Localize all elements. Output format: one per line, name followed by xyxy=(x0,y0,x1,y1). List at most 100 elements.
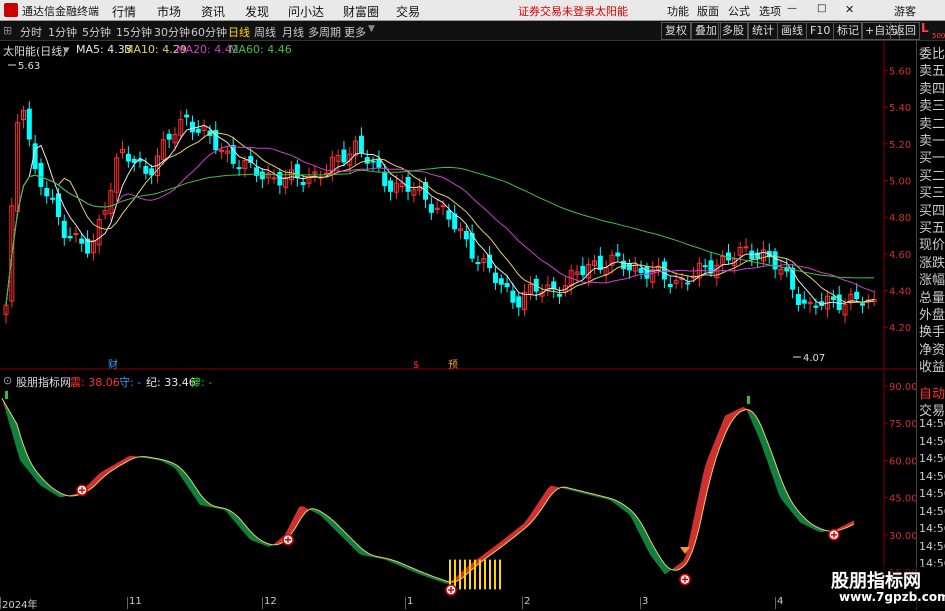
candle-body xyxy=(359,136,363,152)
candle-body xyxy=(196,129,200,132)
date-label: 12 xyxy=(264,596,277,607)
panel-item: 现价 xyxy=(919,234,945,253)
draw-line-button[interactable]: 画线 xyxy=(777,22,807,40)
panel-item: 卖四 xyxy=(919,78,945,97)
period-daily[interactable]: 日线 xyxy=(228,24,250,40)
menu-item-news[interactable]: 资讯 xyxy=(201,3,225,20)
panel-item: 买二 xyxy=(919,165,945,184)
adjust-button[interactable]: 复权 xyxy=(661,22,691,40)
candle-body xyxy=(51,198,55,199)
menu-bar: 通达信金融终端 行情 市场 资讯 发现 问小达 财富圈 交易 证券交易未登录 太… xyxy=(0,0,945,21)
date-tick xyxy=(640,597,641,609)
candle-body xyxy=(39,163,43,186)
back-button[interactable]: 返回 xyxy=(890,22,920,40)
guest-button[interactable]: 游客 xyxy=(894,3,916,19)
candle-body xyxy=(62,221,66,237)
indicator-band xyxy=(674,566,677,571)
candle-body xyxy=(861,304,865,305)
candle-body xyxy=(581,266,585,274)
ma-line xyxy=(6,125,874,305)
candle-body xyxy=(464,231,468,238)
candle-body xyxy=(167,134,171,139)
candle-body xyxy=(493,273,497,282)
indicator-settings-icon[interactable]: ⊙ xyxy=(3,374,12,387)
period-weekly[interactable]: 周线 xyxy=(254,24,276,40)
candle-body xyxy=(616,253,620,256)
menu-item-wealth[interactable]: 财富圈 xyxy=(343,3,379,20)
stats-button[interactable]: 统计 xyxy=(748,22,778,40)
menu-item-discover[interactable]: 发现 xyxy=(245,3,269,20)
date-label: 2 xyxy=(524,596,530,607)
indicator-title: 股朋指标网 xyxy=(16,374,71,390)
restore-icon[interactable]: □ xyxy=(817,3,826,14)
mark-button[interactable]: 标记 xyxy=(833,22,863,40)
menu-item-trade[interactable]: 交易 xyxy=(396,3,420,20)
kline-svg[interactable]: 5.605.405.205.004.804.604.404.205.634.07… xyxy=(0,41,916,370)
menu-item-function[interactable]: 功能 xyxy=(667,3,689,19)
period-15min[interactable]: 15分钟 xyxy=(116,24,152,40)
period-more[interactable]: 更多 xyxy=(344,24,366,40)
candle-body xyxy=(831,297,835,300)
panel-item: 买四 xyxy=(919,200,945,219)
kline-chart[interactable]: 5.605.405.205.004.804.604.404.205.634.07… xyxy=(0,41,916,370)
menu-item-ask[interactable]: 问小达 xyxy=(288,3,324,20)
indicator-legend-shou: 守: - xyxy=(119,374,141,390)
date-label: 1 xyxy=(407,596,413,607)
candle-body xyxy=(447,211,451,219)
candle-body xyxy=(703,266,707,267)
candle-body xyxy=(517,297,521,307)
candle-body xyxy=(668,284,672,286)
candle-body xyxy=(627,264,631,270)
indicator-tick-label: 75.00 xyxy=(889,419,916,430)
candle-body xyxy=(855,292,859,298)
panel-item: 卖一 xyxy=(919,130,945,149)
period-5min[interactable]: 5分钟 xyxy=(82,24,111,40)
quote-side-panel: L 500 委比卖五卖四卖三卖二卖一买一买二买三买四买五现价涨跌涨幅总量外盘换手… xyxy=(916,41,945,609)
indicator-chart[interactable]: 90.0075.0060.0045.0030.0015.00 ⊙ 股朋指标网 震… xyxy=(0,371,916,597)
panel-time: 14:56 xyxy=(919,505,945,518)
period-tick[interactable]: 分时 xyxy=(20,24,42,40)
panel-item: 委比 xyxy=(919,43,945,62)
candle-body xyxy=(476,263,480,264)
high-price-label: 5.63 xyxy=(18,61,40,72)
candle-body xyxy=(453,214,457,229)
login-notice[interactable]: 证券交易未登录 xyxy=(518,3,595,19)
menu-item-options[interactable]: 选项 xyxy=(759,3,781,19)
multi-stock-button[interactable]: 多股 xyxy=(718,22,748,40)
period-multi[interactable]: 多周期 xyxy=(308,24,341,40)
menu-item-layout[interactable]: 版面 xyxy=(697,3,719,19)
menu-item-market[interactable]: 市场 xyxy=(157,3,181,20)
candle-body xyxy=(272,178,276,179)
candle-body xyxy=(68,237,72,238)
date-tick xyxy=(405,597,406,609)
menu-item-formula[interactable]: 公式 xyxy=(728,3,750,19)
indicator-tick-label: 60.00 xyxy=(889,456,916,467)
date-tick xyxy=(127,597,128,609)
menu-item-quotes[interactable]: 行情 xyxy=(112,3,136,20)
candle-body xyxy=(802,300,806,303)
candle-body xyxy=(220,150,224,151)
panel-corner-sub: 500 xyxy=(932,32,945,40)
candle-body xyxy=(80,239,84,243)
toolbar-grid-icon[interactable]: ⊞ xyxy=(3,24,12,37)
panel-item: 涨幅 xyxy=(919,269,945,288)
minimize-icon[interactable]: — xyxy=(787,3,797,14)
period-30min[interactable]: 30分钟 xyxy=(154,24,190,40)
panel-corner-label[interactable]: L xyxy=(921,21,929,35)
candle-body xyxy=(301,183,305,185)
ma-line xyxy=(6,146,874,305)
panel-item: 总量 xyxy=(919,287,945,306)
chart-settings-icon[interactable]: ▾ xyxy=(64,43,70,56)
period-60min[interactable]: 60分钟 xyxy=(191,24,227,40)
indicator-legend-lv: 律: - xyxy=(190,374,212,390)
period-1min[interactable]: 1分钟 xyxy=(48,24,77,40)
event-marker: 财 xyxy=(108,358,118,370)
overlay-button[interactable]: 叠加 xyxy=(691,22,721,40)
close-icon[interactable]: ✕ xyxy=(845,3,854,16)
period-monthly[interactable]: 月线 xyxy=(282,24,304,40)
indicator-svg[interactable]: 90.0075.0060.0045.0030.0015.00 xyxy=(0,371,916,597)
more-chevron-icon[interactable]: ▼ xyxy=(368,24,375,34)
date-label: 4 xyxy=(777,596,783,607)
candle-body xyxy=(342,150,346,162)
f10-button[interactable]: F10 xyxy=(806,22,834,40)
